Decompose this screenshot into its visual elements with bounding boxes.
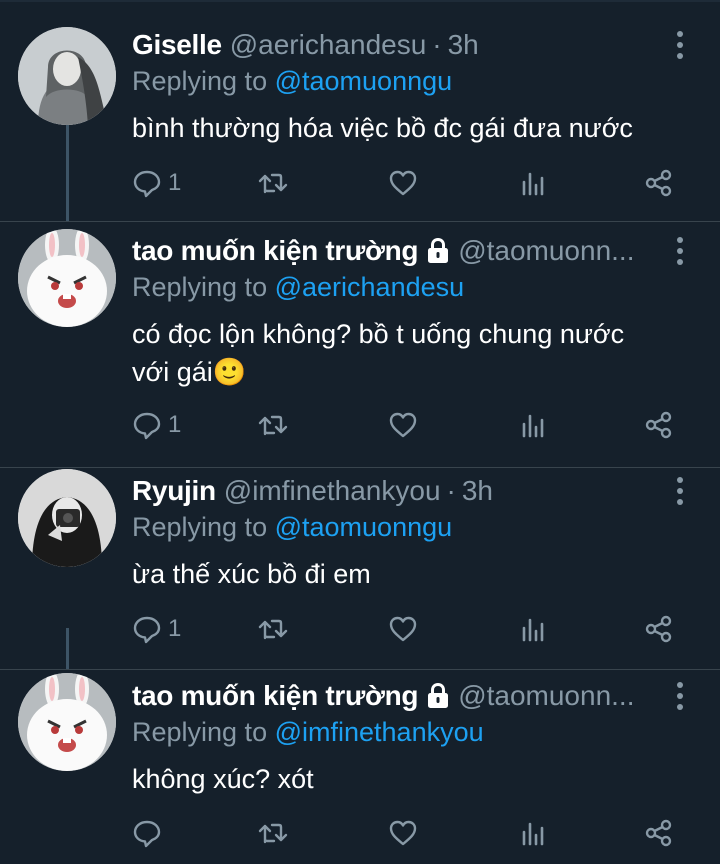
like-button[interactable] [388, 408, 418, 442]
replying-to: Replying to @taomuonngu [132, 63, 650, 99]
display-name[interactable]: tao muốn kiện trường [132, 233, 418, 269]
reply-button[interactable] [132, 816, 168, 850]
replying-label: Replying to [132, 512, 268, 542]
analytics-button[interactable] [518, 612, 548, 646]
reply-count: 1 [168, 169, 182, 196]
mention-link[interactable]: @imfinethankyou [275, 717, 484, 747]
reply-count: 1 [168, 411, 182, 438]
lock-icon [426, 682, 450, 710]
tweet-header: Giselle @aerichandesu · 3h [132, 27, 650, 63]
tweet-text: ừa thế xúc bồ đi em [132, 559, 371, 589]
replying-to: Replying to @aerichandesu [132, 269, 650, 305]
tweet-header: tao muốn kiện trường @taomuonn... [132, 233, 650, 269]
tweet-header: tao muốn kiện trường @taomuonn... [132, 678, 650, 714]
replying-to: Replying to @taomuonngu [132, 509, 650, 545]
retweet-icon [258, 415, 288, 436]
reply-icon [133, 820, 161, 848]
share-button[interactable] [644, 612, 674, 646]
retweet-icon [258, 619, 288, 640]
tweet-text: không xúc? xót [132, 764, 314, 794]
avatar-image [18, 469, 116, 567]
avatar-image [18, 673, 116, 771]
replying-label: Replying to [132, 66, 268, 96]
avatar[interactable] [18, 673, 116, 771]
tweet[interactable]: tao muốn kiện trường @taomuonn... Replyi… [0, 222, 720, 468]
like-button[interactable] [388, 612, 418, 646]
analytics-icon [522, 822, 544, 846]
tweet-actions: 1 [130, 408, 690, 442]
retweet-button[interactable] [258, 408, 288, 442]
replying-label: Replying to [132, 272, 268, 302]
user-handle[interactable]: @taomuonn... [458, 233, 634, 269]
share-icon [645, 169, 672, 197]
more-options-icon[interactable] [672, 236, 688, 266]
tweet-text: bình thường hóa việc bồ đc gái đưa nước [132, 113, 633, 143]
user-handle[interactable]: @aerichandesu [230, 27, 427, 63]
analytics-icon [522, 414, 544, 438]
more-options-icon[interactable] [672, 30, 688, 60]
retweet-icon [258, 823, 288, 844]
tweet-actions: 1 [130, 612, 690, 646]
retweet-button[interactable] [258, 816, 288, 850]
reply-button[interactable]: 1 [132, 408, 181, 442]
tweet-actions: 1 [130, 166, 690, 200]
tweet[interactable]: Giselle @aerichandesu · 3h Replying to @… [0, 0, 720, 222]
analytics-button[interactable] [518, 816, 548, 850]
separator-dot: · [446, 475, 456, 506]
display-name[interactable]: Ryujin [132, 473, 216, 509]
more-options-icon[interactable] [672, 476, 688, 506]
user-handle[interactable]: @imfinethankyou [224, 473, 441, 509]
like-button[interactable] [388, 816, 418, 850]
heart-icon [389, 820, 417, 846]
reply-button[interactable]: 1 [132, 166, 181, 200]
share-button[interactable] [644, 816, 674, 850]
retweet-icon [258, 173, 288, 194]
avatar[interactable] [18, 229, 116, 327]
retweet-button[interactable] [258, 166, 288, 200]
heart-icon [389, 412, 417, 438]
avatar[interactable] [18, 469, 116, 567]
display-name[interactable]: tao muốn kiện trường [132, 678, 418, 714]
tweet[interactable]: Ryujin @imfinethankyou · 3h Replying to … [0, 468, 720, 670]
share-icon [645, 615, 672, 643]
heart-icon [389, 616, 417, 642]
tweet-header: Ryujin @imfinethankyou · 3h [132, 473, 650, 509]
more-options-icon[interactable] [672, 681, 688, 711]
share-button[interactable] [644, 408, 674, 442]
like-button[interactable] [388, 166, 418, 200]
tweet[interactable]: tao muốn kiện trường @taomuonn... Replyi… [0, 670, 720, 864]
replying-label: Replying to [132, 717, 268, 747]
mention-link[interactable]: @taomuonngu [275, 512, 453, 542]
analytics-button[interactable] [518, 166, 548, 200]
mention-link[interactable]: @taomuonngu [275, 66, 453, 96]
analytics-icon [522, 172, 544, 196]
share-icon [645, 411, 672, 439]
replying-to: Replying to @imfinethankyou [132, 714, 650, 750]
heart-icon [389, 170, 417, 196]
tweet-actions [130, 816, 690, 850]
share-icon [645, 819, 672, 847]
mention-link[interactable]: @aerichandesu [275, 272, 465, 302]
reply-icon [133, 412, 161, 440]
reply-icon [133, 616, 161, 644]
analytics-button[interactable] [518, 408, 548, 442]
user-handle[interactable]: @taomuonn... [458, 678, 634, 714]
tweet-text: có đọc lộn không? bồ t uống chung nước v… [132, 319, 625, 387]
display-name[interactable]: Giselle [132, 27, 222, 63]
reply-icon [133, 170, 161, 198]
retweet-button[interactable] [258, 612, 288, 646]
timestamp[interactable]: 3h [448, 27, 479, 63]
lock-icon [426, 237, 450, 265]
separator-dot: · [432, 29, 442, 60]
avatar-image [18, 27, 116, 125]
reply-count: 1 [168, 615, 182, 642]
share-button[interactable] [644, 166, 674, 200]
avatar-image [18, 229, 116, 327]
reply-button[interactable]: 1 [132, 612, 181, 646]
avatar[interactable] [18, 27, 116, 125]
analytics-icon [522, 618, 544, 642]
timestamp[interactable]: 3h [462, 473, 493, 509]
